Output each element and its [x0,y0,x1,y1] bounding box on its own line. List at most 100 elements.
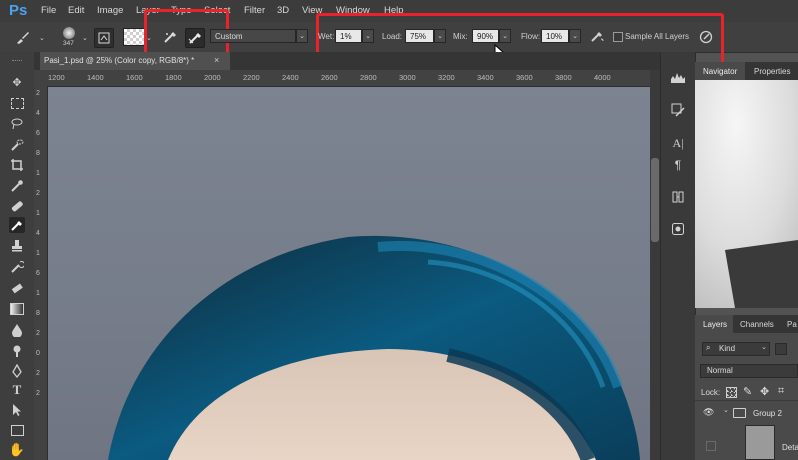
load-chevron-icon[interactable]: ⌄ [434,29,446,43]
histogram-icon[interactable] [669,68,687,86]
ruler-tick-label: 1800 [165,73,182,82]
brush-picker-chevron-icon[interactable]: ⌄ [82,34,88,42]
ruler-tick-label: 1 [36,170,40,177]
ruler-tick-label: 4 [36,110,40,117]
lock-label: Lock: [701,388,721,397]
pen-tool-icon[interactable] [9,363,25,379]
document-close-icon[interactable]: × [214,55,219,65]
ruler-tick-label: 1 [36,210,40,217]
brush-settings-panel-icon[interactable] [94,28,114,48]
brush-presets-icon[interactable] [669,101,687,119]
flow-input[interactable]: 10% [541,29,569,43]
load-input[interactable]: 75% [405,29,434,43]
visibility-eye-icon[interactable]: 👁 [703,407,714,418]
vertical-scrollbar[interactable] [650,70,660,460]
character-panel-icon[interactable]: A| [669,134,687,152]
layer-name-partial[interactable]: Deta [782,443,798,452]
ruler-tick-label: 2000 [204,73,221,82]
mix-label: Mix: [453,32,468,41]
brush-preview-icon[interactable] [63,27,75,39]
ruler-tick-label: 2600 [321,73,338,82]
wet-chevron-icon[interactable]: ⌄ [362,29,374,43]
tab-navigator-label: Navigator [703,67,738,76]
tab-paths[interactable]: Pa [787,320,797,329]
rectangle-tool-icon[interactable] [9,422,25,438]
dodge-tool-icon[interactable] [9,343,25,359]
tool-preset-chevron-icon[interactable]: ⌄ [39,34,45,42]
document-canvas[interactable] [48,87,650,460]
group-expand-chevron-icon[interactable]: ⌄ [723,406,729,414]
clone-source-icon[interactable] [669,188,687,206]
airbrush-icon[interactable] [588,28,606,46]
ruler-tick-label: 6 [36,270,40,277]
eyedropper-tool-icon[interactable] [9,178,25,194]
paragraph-panel-icon[interactable]: ¶ [669,156,687,174]
ruler-tick-label: 2200 [243,73,260,82]
ruler-tick-label: 2800 [360,73,377,82]
lock-transparent-pixels-icon[interactable] [726,387,737,398]
mixer-brush-tool-icon[interactable] [14,28,32,46]
flow-label: Flow: [521,32,541,41]
mix-chevron-icon[interactable]: ⌄ [499,29,511,43]
menu-filter[interactable]: Filter [244,5,265,16]
path-selection-tool-icon[interactable] [9,402,25,418]
ruler-tick-label: 4 [36,230,40,237]
lock-position-icon[interactable]: ✥ [760,385,769,398]
document-tab-label: Pasi_1.psd @ 25% (Color copy, RGB/8*) * [44,56,195,65]
filter-pixel-layers-icon[interactable] [775,343,787,355]
hand-tool-icon[interactable]: ✋ [9,442,25,458]
menu-edit[interactable]: Edit [68,5,84,16]
lock-image-pixels-icon[interactable]: ✎ [743,385,752,398]
tab-channels[interactable]: Channels [740,320,774,329]
tab-properties[interactable]: Properties [754,67,790,76]
marquee-tool-icon[interactable] [9,95,25,111]
layer-name-group[interactable]: Group 2 [753,409,782,418]
blur-tool-icon[interactable] [9,322,25,338]
portrait-photo [108,235,640,460]
ruler-tick-label: 2 [36,330,40,337]
navigator-preview[interactable] [695,80,798,308]
tab-layers-label: Layers [703,320,728,329]
layer-filter-dropdown[interactable]: Kind [702,342,770,356]
menu-image[interactable]: Image [97,5,123,16]
ruler-tick-label: 2 [36,90,40,97]
crop-tool-icon[interactable] [9,157,25,173]
ruler-tick-label: 2400 [282,73,299,82]
blend-mode-dropdown[interactable]: Normal [700,364,798,378]
type-tool-icon[interactable]: T [9,382,25,398]
menu-file[interactable]: File [41,5,56,16]
sample-all-layers-checkbox[interactable] [613,32,623,42]
vertical-scrollbar-thumb[interactable] [651,158,659,242]
current-brush-load-swatch[interactable] [123,28,145,46]
eraser-tool-icon[interactable] [9,280,25,296]
ruler-tick-label: 1600 [126,73,143,82]
move-tool-icon[interactable]: ✥ [9,74,25,90]
toolbar-grip[interactable] [12,60,22,63]
healing-brush-tool-icon[interactable] [9,198,25,214]
photoshop-logo[interactable]: Ps [9,2,27,19]
mixer-brush-active-tool-icon[interactable] [9,217,25,233]
gradient-tool-icon[interactable] [9,301,25,317]
visibility-toggle-empty[interactable] [706,441,716,451]
tool-presets-icon[interactable] [669,220,687,238]
menu-3d[interactable]: 3D [277,5,289,16]
preset-dropdown-chevron-icon[interactable]: ⌄ [296,29,308,43]
load-brush-after-stroke-icon[interactable] [162,28,180,46]
lasso-tool-icon[interactable] [9,116,25,132]
quick-selection-tool-icon[interactable] [9,137,25,153]
brush-preset-dropdown[interactable]: Custom [210,29,296,43]
ruler-tick-label: 3200 [438,73,455,82]
tools-panel [0,52,35,460]
lock-artboard-icon[interactable]: ⌗ [778,385,784,398]
clone-stamp-tool-icon[interactable] [9,238,25,254]
pressure-size-icon[interactable] [697,28,715,46]
clean-brush-after-stroke-icon[interactable] [185,28,205,48]
ruler-tick-label: 4000 [594,73,611,82]
ruler-tick-label: 8 [36,150,40,157]
mix-input[interactable]: 90% [472,29,499,43]
wet-input[interactable]: 1% [335,29,362,43]
history-brush-tool-icon[interactable] [9,259,25,275]
filter-chevron-icon[interactable]: ⌄ [761,343,767,351]
flow-chevron-icon[interactable]: ⌄ [569,29,581,43]
layer-thumbnail [745,425,775,460]
